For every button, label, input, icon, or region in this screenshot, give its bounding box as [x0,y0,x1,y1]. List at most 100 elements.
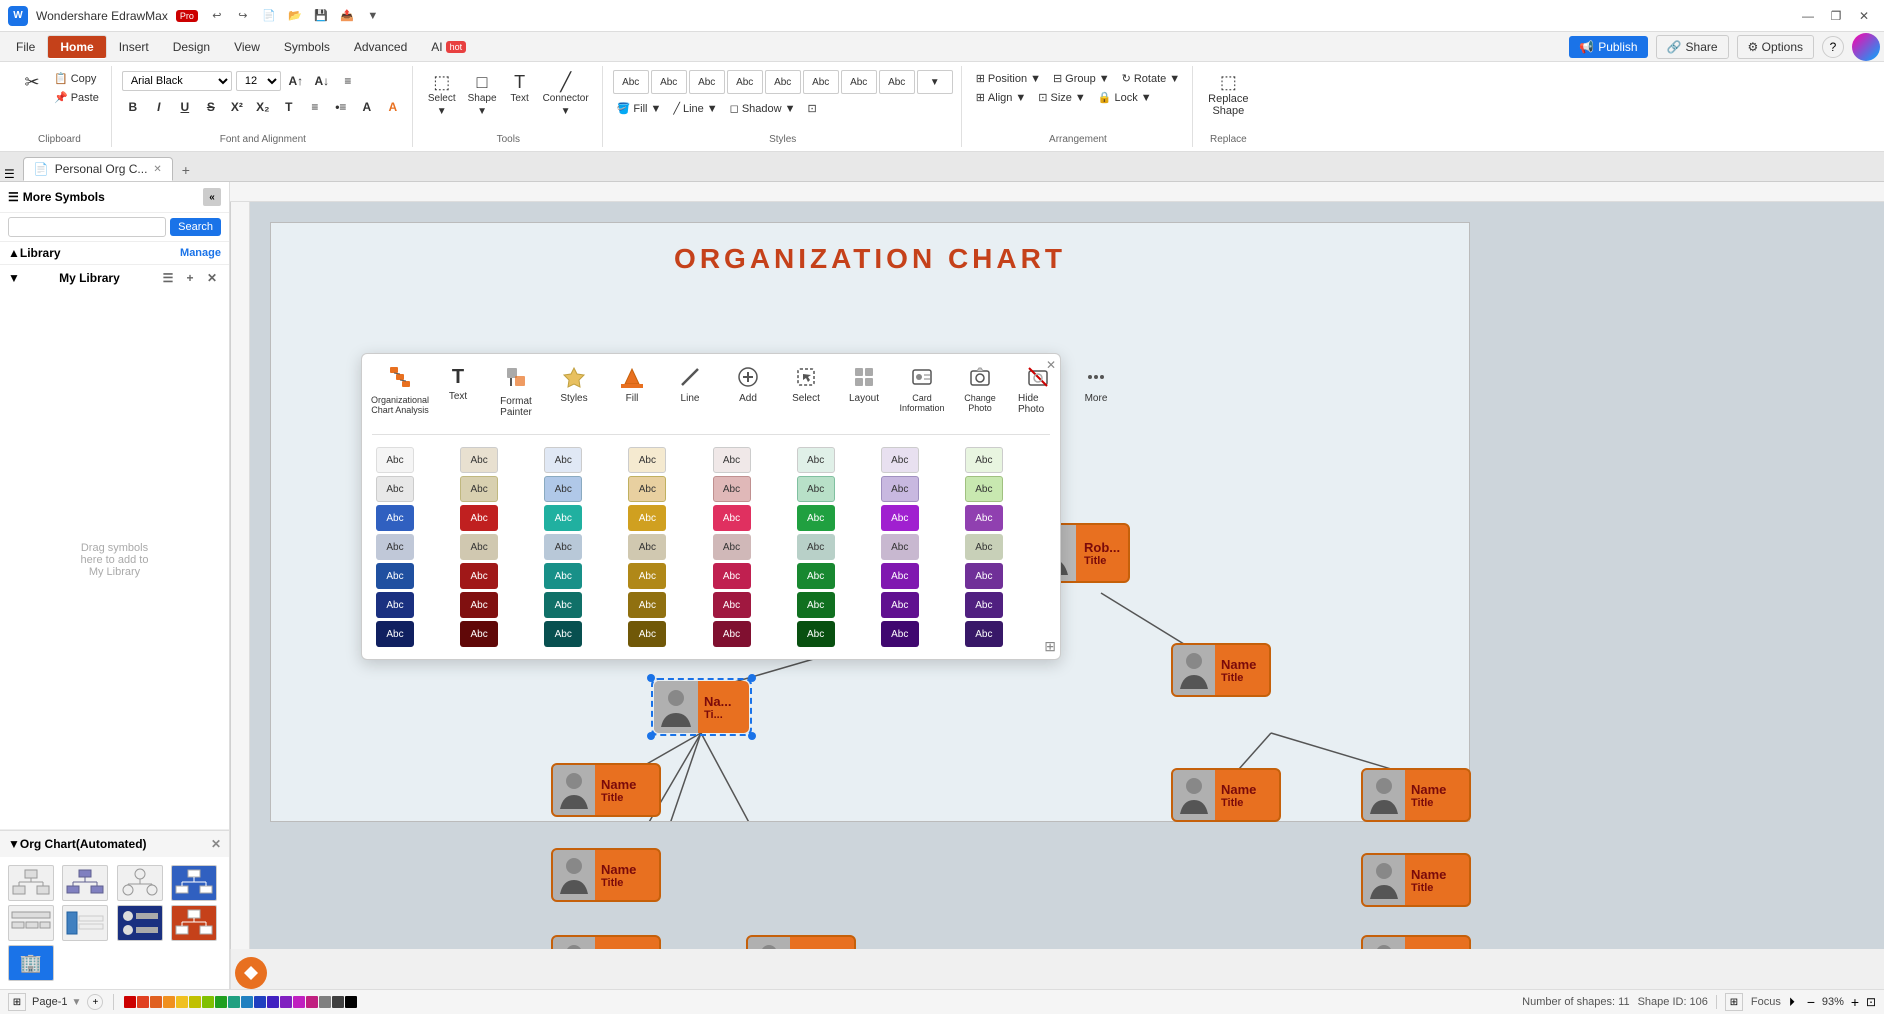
style-swatch-1[interactable]: Abc [613,70,649,94]
sc-3-5[interactable]: Abc [713,505,751,531]
sc-7-5[interactable]: Abc [713,621,751,647]
play-btn[interactable]: ⏵ [1789,995,1795,1010]
strikethrough-btn[interactable]: S [200,96,222,118]
ft-card-info-btn[interactable]: Card Information [894,362,950,422]
align-ribbon-btn[interactable]: ⊞ Align ▼ [972,89,1031,106]
sc-5-1[interactable]: Abc [376,563,414,589]
search-btn[interactable]: Search [170,218,221,236]
sidebar-collapse[interactable]: « [203,188,221,206]
text-btn[interactable]: T [278,96,300,118]
page-selector[interactable]: Page-1 ▼ [32,996,81,1008]
font-family-select[interactable]: Arial Black [122,71,232,91]
color-yellow[interactable] [176,996,188,1008]
close-btn[interactable]: ✕ [1852,4,1876,28]
bullet-btn[interactable]: •≡ [330,96,352,118]
menu-ai[interactable]: AI hot [419,36,478,58]
text-tool-btn[interactable]: T Text [504,70,536,107]
sc-4-2[interactable]: Abc [460,534,498,560]
sc-4-1[interactable]: Abc [376,534,414,560]
layers-btn[interactable]: ⊞ [1725,993,1743,1011]
minimize-btn[interactable]: — [1796,4,1820,28]
sc-1-6[interactable]: Abc [797,447,835,473]
style-swatch-3[interactable]: Abc [689,70,725,94]
sc-1-5[interactable]: Abc [713,447,751,473]
color-magenta[interactable] [293,996,305,1008]
sc-7-8[interactable]: Abc [965,621,1003,647]
decrease-font-btn[interactable]: A↓ [311,70,333,92]
sc-5-6[interactable]: Abc [797,563,835,589]
style-swatch-8[interactable]: Abc [879,70,915,94]
superscript-btn[interactable]: X² [226,96,248,118]
undo-btn[interactable]: ↩ [206,5,228,27]
template-3[interactable] [117,865,163,901]
highlight-btn[interactable]: A [382,96,404,118]
sc-6-6[interactable]: Abc [797,592,835,618]
redo-btn[interactable]: ↪ [232,5,254,27]
menu-symbols[interactable]: Symbols [272,36,342,58]
color-olive[interactable] [189,996,201,1008]
new-btn[interactable]: 📄 [258,5,280,27]
sc-5-8[interactable]: Abc [965,563,1003,589]
sc-3-8[interactable]: Abc [965,505,1003,531]
org-chart-header[interactable]: ▼ Org Chart(Automated) ✕ [0,831,229,857]
sc-1-4[interactable]: Abc [628,447,666,473]
sc-6-8[interactable]: Abc [965,592,1003,618]
color-dark-gray[interactable] [332,996,344,1008]
ft-line-btn[interactable]: Line [662,362,718,422]
group-btn[interactable]: ⊟ Group ▼ [1049,70,1114,87]
avatar-btn[interactable] [1852,33,1880,61]
ft-select-btn[interactable]: Select [778,362,834,422]
color-orange[interactable] [150,996,162,1008]
copy-btn[interactable]: 📋 Copy [50,70,103,87]
save-btn[interactable]: 💾 [310,5,332,27]
sc-3-3[interactable]: Abc [544,505,582,531]
sc-7-7[interactable]: Abc [881,621,919,647]
color-indigo[interactable] [267,996,279,1008]
sc-7-6[interactable]: Abc [797,621,835,647]
menu-file[interactable]: File [4,36,47,58]
color-lime[interactable] [202,996,214,1008]
node-n4[interactable]: Name Title [551,848,661,902]
ft-org-analysis[interactable]: Organizational Chart Analysis [372,362,428,422]
shadow-btn[interactable]: ◻ Shadow ▼ [726,100,800,117]
library-section[interactable]: ▲ Library Manage [0,242,229,264]
replace-shape-btn[interactable]: ⬚ Replace Shape [1203,70,1253,120]
menu-view[interactable]: View [222,36,272,58]
node-n8[interactable]: Name Title [1361,768,1471,822]
sc-5-5[interactable]: Abc [713,563,751,589]
publish-btn[interactable]: 📢 Publish [1569,36,1647,58]
sc-7-1[interactable]: Abc [376,621,414,647]
color-orange-red[interactable] [137,996,149,1008]
sc-4-8[interactable]: Abc [965,534,1003,560]
node-n9[interactable]: Name Title [1361,853,1471,907]
style-swatch-6[interactable]: Abc [803,70,839,94]
position-btn[interactable]: ⊞ Position ▼ [972,70,1045,87]
sc-6-2[interactable]: Abc [460,592,498,618]
sc-1-8[interactable]: Abc [965,447,1003,473]
ft-more-btn[interactable]: More [1068,362,1124,422]
sc-7-4[interactable]: Abc [628,621,666,647]
template-5[interactable] [8,905,54,941]
selected-node[interactable]: Na... Ti... [651,678,752,736]
sc-6-1[interactable]: Abc [376,592,414,618]
color-amber[interactable] [163,996,175,1008]
lock-btn[interactable]: 🔒 Lock ▼ [1094,89,1156,106]
italic-btn[interactable]: I [148,96,170,118]
tab-personal-org[interactable]: 📄 Personal Org C... ✕ [23,157,173,181]
sc-1-3[interactable]: Abc [544,447,582,473]
org-chart-close-btn[interactable]: ✕ [211,837,221,851]
underline-btn[interactable]: U [174,96,196,118]
ft-change-photo-btn[interactable]: Change Photo [952,362,1008,422]
ft-fill-btn[interactable]: Fill [604,362,660,422]
open-btn[interactable]: 📂 [284,5,306,27]
fill-btn[interactable]: 🪣 Fill ▼ [613,100,666,117]
add-page-btn[interactable]: + [87,994,103,1010]
font-size-select[interactable]: 12 [236,71,281,91]
share-btn[interactable]: 🔗 Share [1656,35,1729,59]
sc-5-3[interactable]: Abc [544,563,582,589]
template-4[interactable] [171,865,217,901]
sc-5-4[interactable]: Abc [628,563,666,589]
tab-close-btn[interactable]: ✕ [153,164,161,175]
sc-5-2[interactable]: Abc [460,563,498,589]
sc-3-7[interactable]: Abc [881,505,919,531]
